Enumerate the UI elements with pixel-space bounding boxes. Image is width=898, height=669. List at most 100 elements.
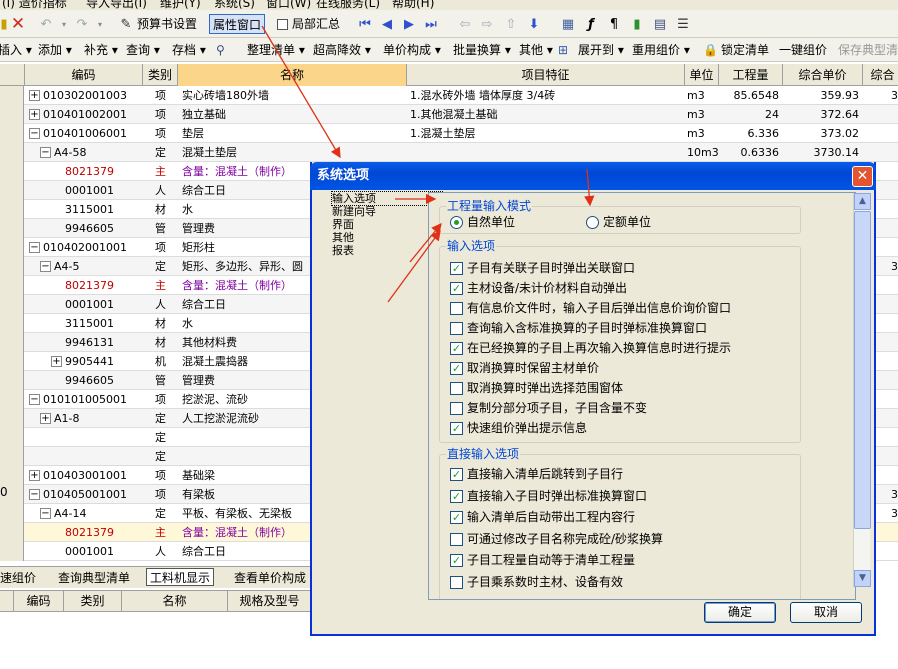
tab-quick-pricing[interactable]: 速组价 <box>0 569 36 587</box>
cell-code[interactable] <box>54 447 143 466</box>
cell-category[interactable]: 定 <box>143 447 178 466</box>
cell-category[interactable]: 管 <box>143 371 178 390</box>
cancel-button[interactable]: 取消 <box>790 602 862 623</box>
cell-unit[interactable]: 10m3 <box>687 143 719 162</box>
cell-code[interactable]: 010402001001 <box>43 238 143 257</box>
cell-code[interactable] <box>54 428 143 447</box>
cell-total[interactable] <box>891 447 898 466</box>
row-header[interactable] <box>0 466 24 485</box>
cell-category[interactable]: 项 <box>143 390 178 409</box>
cell-code[interactable]: 8021379 <box>65 276 143 295</box>
row-header[interactable] <box>0 333 24 352</box>
redo-dropdown-icon[interactable]: ▾ <box>92 16 108 32</box>
collapse-icon[interactable]: − <box>40 261 51 272</box>
move-right-icon[interactable]: ⇨ <box>479 16 495 32</box>
cell-total[interactable] <box>891 390 898 409</box>
cell-unit[interactable]: m3 <box>687 124 719 143</box>
cell-category[interactable]: 定 <box>143 257 178 276</box>
supplement-button[interactable]: 补充 ▾ <box>84 41 118 59</box>
cell-category[interactable]: 定 <box>143 428 178 447</box>
tab-materials-display[interactable]: 工料机显示 <box>146 568 215 586</box>
table-row[interactable]: +010302001003 项实心砖墙180外墙 1.混水砖外墙 墙体厚度 3/4砖… <box>0 86 898 105</box>
cell-name[interactable]: 垫层 <box>182 124 407 143</box>
storage-button[interactable]: 存档 ▾ <box>172 41 206 59</box>
lower-header-category[interactable]: 类别 <box>64 591 122 611</box>
cell-feature[interactable]: 1.混水砖外墙 墙体厚度 3/4砖 <box>410 86 684 105</box>
cell-total[interactable] <box>891 238 898 257</box>
list-icon[interactable]: ☰ <box>675 16 691 32</box>
cell-code[interactable]: 010401006001 <box>43 124 143 143</box>
menu-item-window[interactable]: 窗口(W) <box>266 0 311 10</box>
next-record-icon[interactable]: ▶ <box>401 16 417 32</box>
cell-category[interactable]: 项 <box>143 86 178 105</box>
cell-code[interactable]: 3115001 <box>65 314 143 333</box>
one-key-pricing-button[interactable]: 一键组价 <box>779 41 827 59</box>
cell-feature[interactable]: 1.其他混凝土基础 <box>410 105 684 124</box>
nav-item-input-options[interactable]: 输入选项 <box>331 191 443 206</box>
row-header[interactable] <box>0 162 24 181</box>
scroll-down-icon[interactable]: ▼ <box>854 570 871 587</box>
cell-total[interactable] <box>891 162 898 181</box>
unit-price-composition-button[interactable]: 单价构成 ▾ <box>383 41 441 59</box>
query-button[interactable]: 查询 ▾ <box>126 41 160 59</box>
expand-icon[interactable]: + <box>29 90 40 101</box>
paragraph-icon[interactable]: ¶ <box>606 16 622 32</box>
column-header-category[interactable]: 类别 <box>143 64 178 86</box>
partial-summary-checkbox[interactable] <box>274 16 290 32</box>
formula-icon[interactable]: ƒ <box>583 16 599 32</box>
nav-item-report[interactable]: 报表 <box>332 244 442 257</box>
last-record-icon[interactable]: ⏭ <box>423 16 439 32</box>
menu-item-online-service[interactable]: 在线服务(L) <box>316 0 380 10</box>
cell-category[interactable]: 人 <box>143 295 178 314</box>
reuse-composition-button[interactable]: 重用组价 ▾ <box>632 41 690 59</box>
cell-quantity[interactable]: 6.336 <box>719 124 780 143</box>
cell-total[interactable] <box>891 333 898 352</box>
cell-total[interactable] <box>891 371 898 390</box>
table-row[interactable]: +010401002001 项独立基础 1.其他混凝土基础 m3 24 372.64 <box>0 105 898 124</box>
row-header[interactable] <box>0 238 24 257</box>
lower-header-name[interactable]: 名称 <box>122 591 228 611</box>
cell-code[interactable]: 9905441 <box>65 352 143 371</box>
row-header[interactable] <box>0 143 24 162</box>
cell-category[interactable]: 定 <box>143 409 178 428</box>
scroll-thumb[interactable] <box>854 211 871 529</box>
cell-category[interactable]: 项 <box>143 485 178 504</box>
cell-total[interactable] <box>891 105 898 124</box>
cell-total[interactable]: 3 <box>891 504 898 523</box>
cell-category[interactable]: 人 <box>143 542 178 561</box>
cell-category[interactable]: 人 <box>143 181 178 200</box>
cell-total[interactable] <box>891 181 898 200</box>
row-header[interactable] <box>0 105 24 124</box>
property-window-button[interactable]: 属性窗口 <box>209 14 266 34</box>
insert-button[interactable]: 插入 ▾ <box>0 41 32 59</box>
row-header[interactable] <box>0 542 24 561</box>
cell-total[interactable] <box>891 314 898 333</box>
expand-icon[interactable]: + <box>29 470 40 481</box>
cell-total[interactable] <box>891 143 898 162</box>
tab-view-unit-price[interactable]: 查看单价构成 <box>234 569 306 587</box>
menu-item-import-export[interactable]: 导入导出(I) <box>86 0 147 10</box>
cell-total[interactable] <box>891 428 898 447</box>
cell-total[interactable] <box>891 276 898 295</box>
save-typical-button[interactable]: 保存典型清 <box>838 41 898 59</box>
cell-code[interactable]: A4-14 <box>54 504 143 523</box>
collapse-icon[interactable]: − <box>29 394 40 405</box>
book-icon[interactable]: ▮ <box>629 16 645 32</box>
cell-category[interactable]: 项 <box>143 466 178 485</box>
row-header[interactable] <box>0 409 24 428</box>
cell-code[interactable]: 010405001001 <box>43 485 143 504</box>
row-header[interactable] <box>0 390 24 409</box>
cell-category[interactable]: 材 <box>143 314 178 333</box>
cell-quantity[interactable]: 0.6336 <box>719 143 780 162</box>
row-header[interactable] <box>0 219 24 238</box>
column-header-unit-price[interactable]: 综合单价 <box>783 64 863 86</box>
row-header[interactable] <box>0 257 24 276</box>
collapse-icon[interactable]: − <box>29 128 40 139</box>
table-row[interactable]: − A4-58 定混凝土垫层 10m3 0.6336 3730.14 <box>0 143 898 162</box>
cell-unit-price[interactable]: 359.93 <box>783 86 860 105</box>
menu-item-maintain[interactable]: 维护(Y) <box>160 0 201 10</box>
budget-settings-button[interactable]: 预算书设置 <box>137 14 197 34</box>
cell-quantity[interactable]: 24 <box>719 105 779 124</box>
cell-total[interactable]: 3 <box>891 485 898 504</box>
prev-record-icon[interactable]: ◀ <box>379 16 395 32</box>
